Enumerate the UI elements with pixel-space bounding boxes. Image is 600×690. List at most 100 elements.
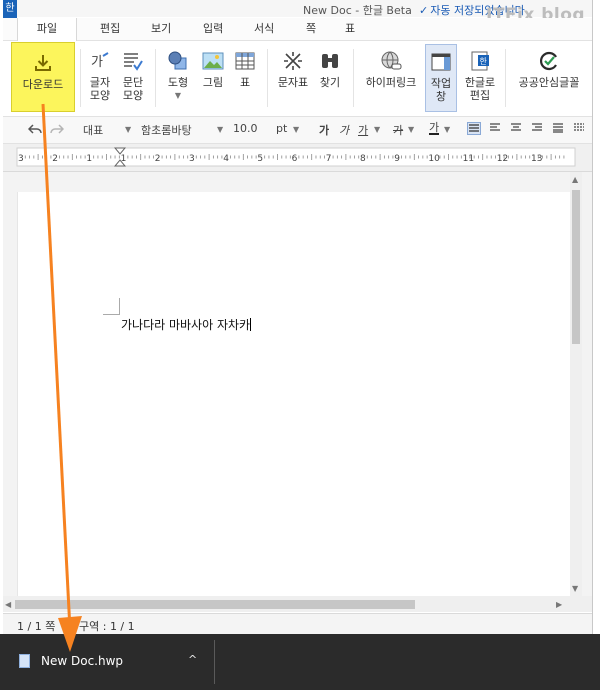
table-button[interactable]: 표: [231, 41, 259, 115]
menu-page[interactable]: 쪽: [306, 18, 316, 40]
align-split-button[interactable]: [573, 122, 587, 135]
browser-window: 한 New Doc - 한글 Beta ✓ 자동 저장되었습니다 ITFix bl…: [0, 0, 600, 690]
public-font-label: 공공안심글꼴: [518, 76, 580, 89]
shape-dropdown-icon[interactable]: ▼: [163, 89, 193, 102]
align-distribute-button[interactable]: [552, 122, 566, 135]
binoculars-icon: [322, 54, 338, 68]
ribbon-toolbar: 다운로드 가 글자 모양 문단 모양 도형 ▼ 그림 표 문자표 찾기 하이퍼링…: [3, 41, 592, 117]
hyperlink-label: 하이퍼링크: [365, 76, 417, 89]
chevron-up-icon[interactable]: ^: [188, 653, 197, 666]
underline-button[interactable]: 가: [358, 122, 368, 138]
window-title: New Doc - 한글 Beta: [303, 4, 412, 17]
horizontal-scroll-thumb[interactable]: [15, 600, 415, 609]
menu-file[interactable]: 파일: [17, 18, 77, 41]
scroll-down-icon[interactable]: ▼: [572, 584, 578, 593]
ruler-number: 3: [189, 154, 195, 164]
strike-dropdown-icon[interactable]: ▼: [408, 125, 414, 134]
para-shape-button[interactable]: 문단 모양: [117, 41, 149, 115]
font-color-button[interactable]: 가: [429, 122, 440, 135]
ruler-number: 12: [497, 154, 508, 164]
ruler-number: 11: [463, 154, 474, 164]
undo-icon[interactable]: [28, 123, 42, 135]
hangul-edit-icon: 한: [471, 51, 489, 71]
hyperlink-button[interactable]: 하이퍼링크: [361, 41, 421, 115]
bold-button[interactable]: 가: [319, 122, 329, 138]
align-distribute-icon: [553, 123, 563, 133]
menu-format[interactable]: 서식: [254, 18, 274, 40]
align-justify-button[interactable]: [467, 122, 481, 135]
style-select[interactable]: 대표: [83, 122, 103, 138]
status-bar: 1 / 1 쪽 구역 : 1 / 1: [3, 613, 592, 635]
redo-icon[interactable]: [50, 123, 64, 135]
hwp-file-icon: [19, 654, 30, 668]
hangul-editor: 한 New Doc - 한글 Beta ✓ 자동 저장되었습니다 ITFix bl…: [3, 0, 593, 635]
font-size-value: 10.0: [233, 122, 258, 135]
table-icon: [235, 52, 255, 70]
section-indicator: 구역 : 1 / 1: [79, 620, 135, 633]
find-button[interactable]: 찾기: [315, 41, 345, 115]
font-size-input[interactable]: 10.0: [233, 122, 258, 135]
title-bar: 한 New Doc - 한글 Beta ✓ 자동 저장되었습니다 ITFix bl…: [3, 0, 592, 25]
strikethrough-button[interactable]: 가: [393, 122, 403, 138]
public-font-button[interactable]: 공공안심글꼴: [511, 41, 587, 115]
public-font-icon: [539, 51, 557, 71]
style-dropdown-icon[interactable]: ▼: [125, 125, 131, 134]
size-unit-dropdown-icon[interactable]: ▼: [293, 125, 299, 134]
picture-label: 그림: [202, 76, 224, 89]
page-indicator: 1 / 1 쪽: [17, 620, 56, 633]
ruler-scale: 3 2 1 1 2 3 4 5 6 7 8 9 10 11 12 13: [16, 147, 576, 167]
menu-view[interactable]: 보기: [151, 18, 171, 40]
task-pane-button[interactable]: 작업 창: [425, 44, 457, 112]
vertical-scroll-thumb[interactable]: [572, 190, 580, 344]
ribbon-separator: [155, 49, 156, 107]
hyperlink-icon: [381, 51, 402, 70]
hangul-edit-button[interactable]: 한 한글로 편집: [461, 41, 499, 115]
align-right-icon: [532, 123, 542, 131]
char-shape-button[interactable]: 가 글자 모양: [85, 41, 115, 115]
menu-insert[interactable]: 입력: [203, 18, 223, 40]
menu-table[interactable]: 표: [345, 18, 355, 40]
menu-bar: 파일 편집 보기 입력 서식 쪽 표: [3, 18, 592, 41]
italic-button[interactable]: 가: [339, 122, 349, 138]
align-right-button[interactable]: [531, 122, 545, 135]
font-select[interactable]: 함초롬바탕: [141, 122, 192, 138]
download-button[interactable]: 다운로드: [11, 42, 75, 112]
size-unit: pt: [276, 122, 288, 135]
ribbon-separator: [505, 49, 506, 107]
downloaded-file[interactable]: New Doc.hwp: [19, 654, 123, 668]
align-left-icon: [490, 123, 500, 131]
document-page[interactable]: 가나다라 마바사아 자차카: [17, 192, 574, 596]
shape-icon: [168, 51, 187, 70]
picture-button[interactable]: 그림: [197, 41, 229, 115]
task-pane-label-2: 창: [435, 90, 447, 103]
horizontal-ruler[interactable]: 3 2 1 1 2 3 4 5 6 7 8 9 10 11 12 13: [3, 144, 592, 172]
hangul-app-icon[interactable]: 한: [3, 0, 17, 18]
ruler-number: 9: [394, 154, 400, 164]
scroll-left-icon[interactable]: ◀: [5, 600, 11, 609]
font-dropdown-icon[interactable]: ▼: [217, 125, 223, 134]
align-left-button[interactable]: [489, 122, 503, 135]
symbols-label: 문자표: [277, 76, 309, 89]
underline-dropdown-icon[interactable]: ▼: [374, 125, 380, 134]
scroll-right-icon[interactable]: ▶: [556, 600, 562, 609]
menu-edit[interactable]: 편집: [100, 18, 120, 40]
font-color-dropdown-icon[interactable]: ▼: [444, 125, 450, 134]
scroll-up-icon[interactable]: ▲: [572, 175, 578, 184]
margin-corner-mark: [103, 298, 120, 315]
document-text[interactable]: 가나다라 마바사아 자차카: [121, 316, 252, 333]
shape-button[interactable]: 도형 ▼: [163, 41, 193, 115]
ruler-number: 8: [360, 154, 366, 164]
ruler-number: 5: [257, 154, 263, 164]
symbols-button[interactable]: 문자표: [275, 41, 311, 115]
download-label: 다운로드: [22, 78, 64, 91]
table-label: 표: [239, 76, 251, 89]
align-center-button[interactable]: [510, 122, 524, 135]
find-label: 찾기: [319, 76, 341, 89]
ruler-number: 10: [428, 154, 440, 164]
ruler-number: 2: [155, 154, 161, 164]
horizontal-scrollbar[interactable]: ◀ ▶: [3, 596, 592, 612]
download-icon: [35, 55, 51, 71]
hangul-edit-label-2: 편집: [469, 89, 491, 102]
vertical-scrollbar[interactable]: ▲ ▼: [570, 172, 582, 596]
ribbon-separator: [353, 49, 354, 107]
